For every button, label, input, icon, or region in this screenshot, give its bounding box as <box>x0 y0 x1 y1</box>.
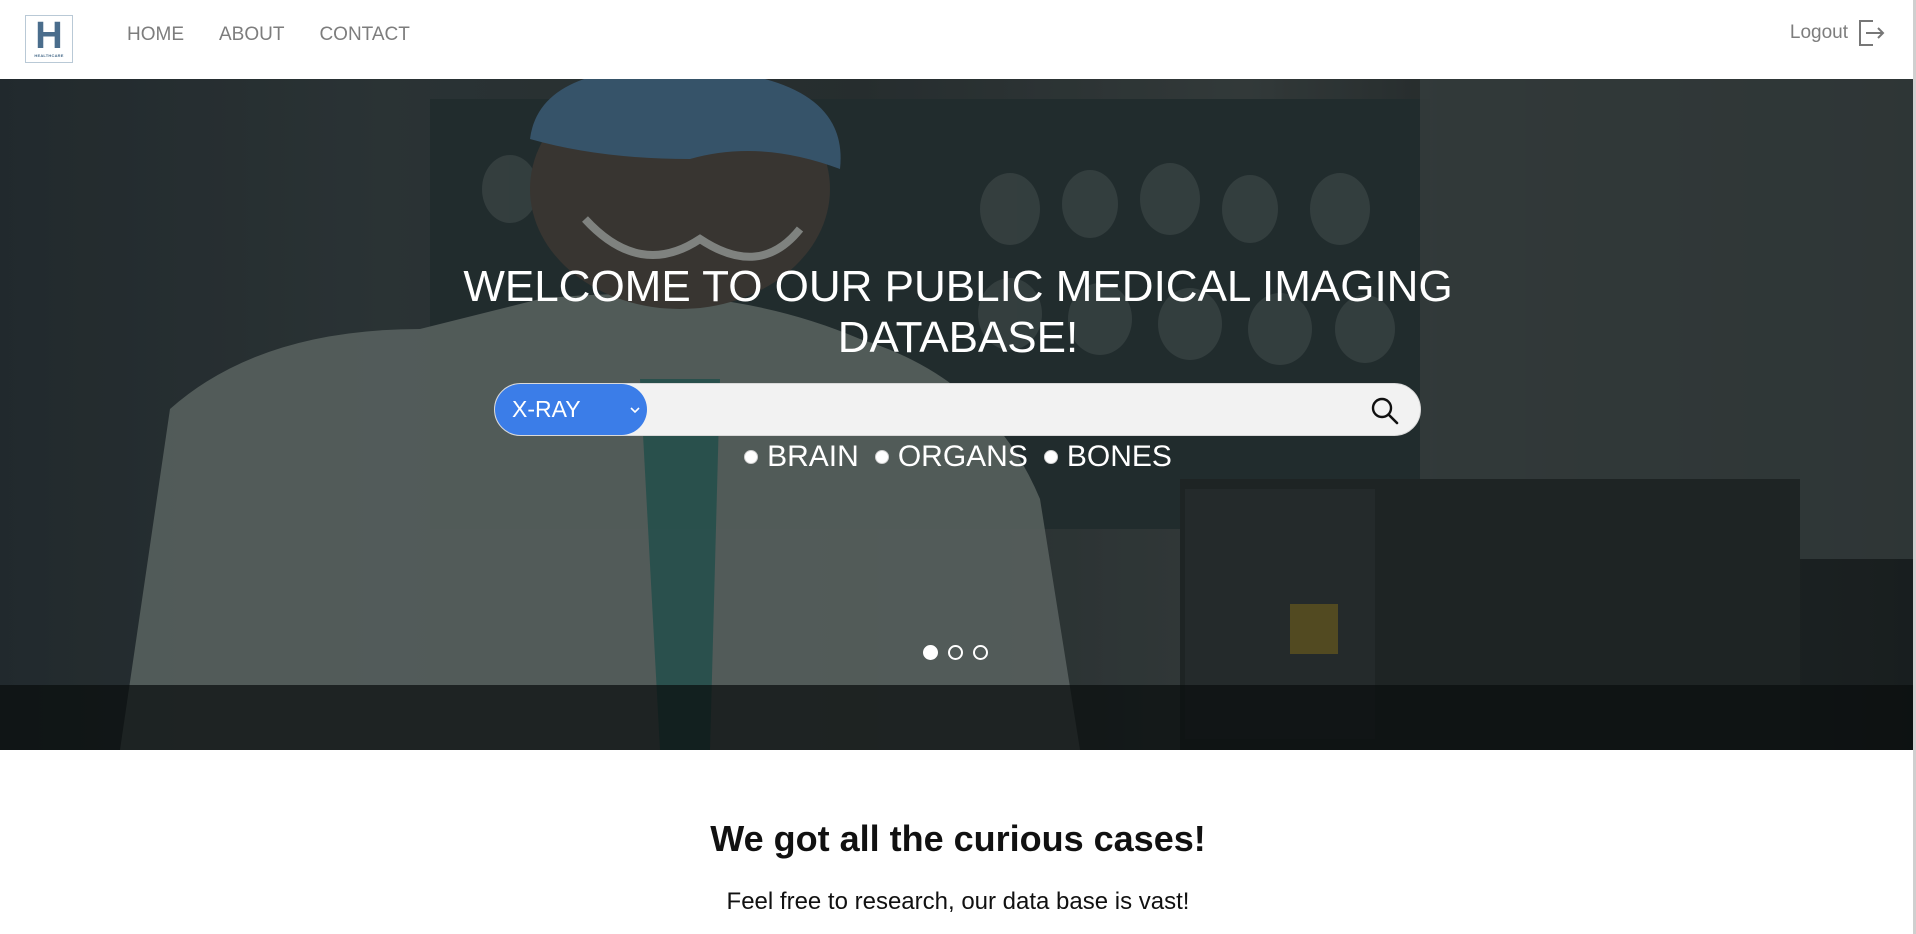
radio-icon[interactable] <box>1043 450 1058 464</box>
category-label: ORGANS <box>897 440 1028 473</box>
search-icon[interactable] <box>1370 396 1400 426</box>
nav-link-contact[interactable]: CONTACT <box>319 24 409 46</box>
chevron-down-icon <box>630 407 640 414</box>
imaging-type-select[interactable]: X-RAY <box>495 384 647 435</box>
category-organs[interactable]: ORGANS <box>874 440 1028 474</box>
hero-title: WELCOME TO OUR PUBLIC MEDICAL IMAGING DA… <box>463 262 1453 362</box>
category-bones[interactable]: BONES <box>1043 440 1172 474</box>
logout-icon <box>1859 20 1885 46</box>
imaging-type-value: X-RAY <box>512 396 581 422</box>
carousel-dot-1[interactable] <box>923 645 938 660</box>
hero-bottom-band <box>0 685 1916 750</box>
logo-letter: H <box>35 15 63 57</box>
search-input[interactable] <box>655 390 1345 430</box>
category-label: BRAIN <box>767 440 859 473</box>
category-brain[interactable]: BRAIN <box>744 440 859 474</box>
intro-title: We got all the curious cases! <box>710 818 1206 859</box>
carousel-dot-2[interactable] <box>948 645 963 660</box>
radio-icon[interactable] <box>744 450 759 464</box>
nav-links: HOME ABOUT CONTACT <box>127 0 445 70</box>
category-options: BRAIN ORGANS BONES <box>0 440 1916 474</box>
hero-carousel: WELCOME TO OUR PUBLIC MEDICAL IMAGING DA… <box>0 79 1916 750</box>
nav-link-about[interactable]: ABOUT <box>219 24 284 46</box>
navbar: H HEALTHCARE HOME ABOUT CONTACT Logout <box>0 0 1916 79</box>
page: H HEALTHCARE HOME ABOUT CONTACT Logout W… <box>0 0 1916 934</box>
nav-link-home[interactable]: HOME <box>127 24 184 46</box>
search-bar: X-RAY <box>494 383 1421 436</box>
logout-button[interactable]: Logout <box>1790 18 1886 48</box>
category-label: BONES <box>1066 440 1172 473</box>
radio-icon[interactable] <box>874 450 889 464</box>
carousel-dot-3[interactable] <box>973 645 988 660</box>
carousel-indicators <box>923 645 998 660</box>
logout-label: Logout <box>1789 22 1848 43</box>
intro-text: Feel free to research, our data base is … <box>726 888 1190 915</box>
logo[interactable]: H HEALTHCARE <box>25 15 73 63</box>
logo-caption: HEALTHCARE <box>34 53 64 58</box>
